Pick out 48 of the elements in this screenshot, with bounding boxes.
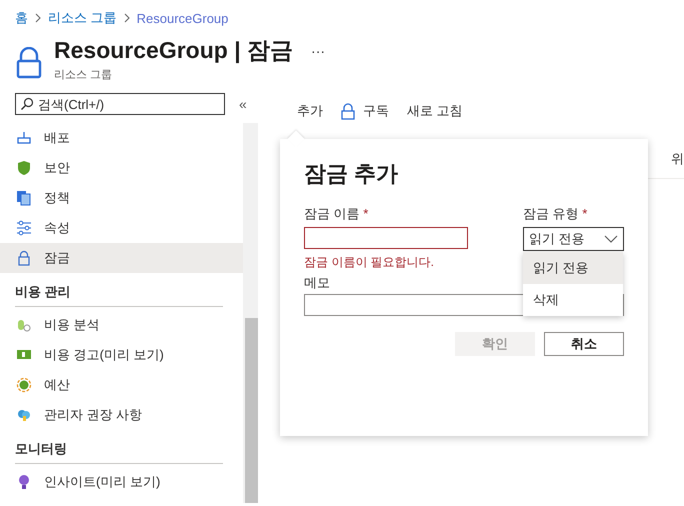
tray-icon (16, 130, 32, 146)
dropdown-option[interactable]: 읽기 전용 (523, 252, 623, 284)
lock-name-field[interactable] (304, 227, 468, 249)
sidebar-item[interactable]: 비용 경고(미리 보기) (0, 340, 243, 370)
sidebar-item[interactable]: 비용 분석 (0, 310, 243, 340)
section-heading: 모니터링 (15, 437, 223, 464)
coin-icon (16, 377, 32, 393)
coin-search-icon (16, 317, 32, 333)
section-heading: 비용 관리 (15, 280, 223, 307)
shield-icon (16, 160, 32, 176)
sidebar-item[interactable]: 정책 (0, 183, 243, 213)
documents-icon (16, 190, 32, 206)
lock-icon (341, 102, 355, 120)
page-subtitle: 리소스 그룹 (54, 69, 112, 81)
dialog-title: 잠금 추가 (304, 160, 400, 188)
cloud-icon (16, 407, 32, 423)
dropdown-option[interactable]: 삭제 (523, 284, 623, 316)
sidebar-item[interactable]: 인사이트(미리 보기) (0, 467, 243, 497)
lightbulb-icon (16, 474, 32, 490)
sidebar-item[interactable]: 속성 (0, 213, 243, 243)
sidebar-item[interactable]: 보안 (0, 153, 243, 183)
lock-icon (16, 47, 42, 79)
search-icon (20, 97, 34, 111)
chevron-icon (34, 13, 42, 23)
field-label: 잠금 유형 * (523, 205, 588, 223)
sliders-icon (16, 220, 32, 236)
column-header: 위 (671, 150, 684, 168)
field-label: 메모 (304, 274, 331, 292)
breadcrumb-link[interactable]: ResourceGroup (136, 10, 228, 26)
toolbar-button[interactable]: 추가 (297, 102, 323, 120)
sidebar-item[interactable]: 잠금 (0, 243, 243, 273)
error-message: 잠금 이름이 필요합니다. (304, 254, 434, 271)
search-field[interactable]: 검색(Ctrl+/) (15, 93, 225, 115)
breadcrumb-link[interactable]: 홈 (15, 9, 28, 27)
lock-icon (16, 250, 32, 266)
sidebar-item[interactable]: 예산 (0, 370, 243, 400)
cancel-button[interactable]: 취소 (544, 332, 624, 356)
more-button[interactable]: ··· (311, 42, 326, 58)
toolbar-button[interactable]: 구독 (341, 102, 389, 120)
chevron-icon (122, 13, 131, 23)
breadcrumb-link[interactable]: 리소스 그룹 (48, 9, 117, 27)
field-label: 잠금 이름 * (304, 205, 368, 223)
sidebar-item[interactable]: 관리자 권장 사항 (0, 400, 243, 430)
chevron-down-icon (604, 235, 618, 243)
toolbar-button[interactable]: 새로 고침 (407, 102, 463, 120)
collapse-button[interactable]: « (239, 96, 247, 112)
sidebar-item[interactable]: 배포 (0, 123, 243, 153)
page-title: ResourceGroup | 잠금 (54, 36, 294, 66)
